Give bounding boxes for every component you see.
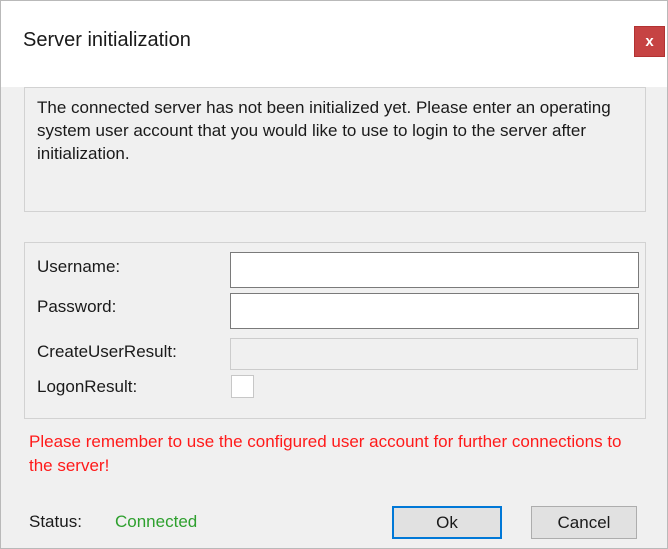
username-input[interactable] xyxy=(230,252,639,288)
create-user-result-label: CreateUserResult: xyxy=(37,342,177,361)
info-message: The connected server has not been initia… xyxy=(37,98,611,163)
logon-result-checkbox xyxy=(231,375,254,398)
dialog-title: Server initialization xyxy=(23,29,191,51)
password-label: Password: xyxy=(37,297,117,316)
username-label: Username: xyxy=(37,257,121,276)
logon-result-label: LogonResult: xyxy=(37,377,138,396)
status-value: Connected xyxy=(115,512,198,531)
status-label: Status: xyxy=(29,512,82,531)
close-button[interactable]: x xyxy=(634,26,665,57)
cancel-button[interactable]: Cancel xyxy=(531,506,637,539)
password-input[interactable] xyxy=(230,293,639,329)
ok-button[interactable]: Ok xyxy=(392,506,502,539)
warning-message: Please remember to use the configured us… xyxy=(29,432,622,475)
close-icon: x xyxy=(645,33,654,50)
create-user-result-field xyxy=(230,338,638,370)
